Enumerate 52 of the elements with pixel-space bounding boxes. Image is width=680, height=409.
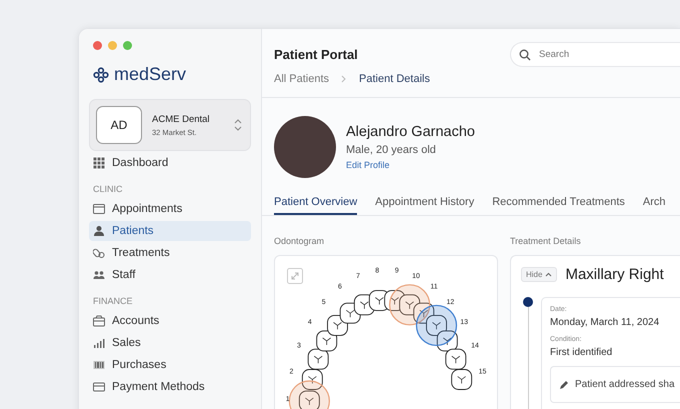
chevron-right-icon (341, 75, 348, 83)
nav-item[interactable]: Sales (89, 333, 251, 353)
hide-button[interactable]: Hide (521, 267, 558, 282)
pills-icon (93, 247, 105, 259)
nav-item[interactable]: Appointments (89, 199, 251, 219)
wallet-icon (93, 315, 105, 327)
section-heading: CLINIC (93, 184, 124, 194)
section-label: Odontogram (274, 236, 326, 246)
page-title: Patient Portal (274, 47, 358, 62)
chevron-up-down-icon (234, 118, 242, 132)
tab[interactable]: Recommended Treatments (492, 196, 625, 215)
expand-icon[interactable] (287, 268, 303, 284)
tab[interactable]: Arch (642, 196, 666, 215)
window-control[interactable] (93, 41, 102, 50)
field-value: Monday, March 11, 2024 (550, 317, 660, 328)
treatment-title: Maxillary Right (565, 266, 664, 283)
nav-item[interactable]: Staff (89, 265, 251, 285)
note-text: Patient addressed sha (575, 379, 675, 390)
barcode-icon (93, 359, 105, 371)
people-icon (93, 269, 105, 281)
flower-logo-icon (93, 66, 109, 82)
nav-item[interactable]: Dashboard (89, 153, 251, 173)
window-control[interactable] (123, 41, 132, 50)
chevron-up-icon (545, 272, 552, 277)
edit-profile-link[interactable]: Edit Profile (346, 160, 475, 170)
bars-icon (93, 337, 105, 349)
brand-name: medServ (114, 64, 186, 85)
nav-item[interactable]: Payment Methods (89, 377, 251, 397)
patient-details: Male, 20 years old (346, 144, 437, 156)
breadcrumb-link[interactable]: Patient Details (359, 73, 430, 85)
nav-item[interactable]: Patients (89, 221, 251, 241)
tab[interactable]: Appointment History (375, 196, 474, 215)
clinic-initials: AD (96, 106, 142, 144)
nav-item[interactable]: Treatments (89, 243, 251, 263)
search-icon (519, 48, 531, 60)
pencil-icon (559, 380, 569, 390)
clinic-name: ACME Dental (152, 114, 211, 124)
search-field[interactable]: Search (510, 42, 680, 67)
breadcrumb-link[interactable]: All Patients (274, 73, 330, 85)
nav-item[interactable]: Accounts (89, 311, 251, 331)
timeline-dot (523, 297, 533, 307)
grid-icon (93, 157, 105, 169)
calendar-icon (93, 203, 105, 215)
field-value: First identified (550, 347, 614, 358)
card-icon (93, 381, 105, 393)
section-label: Treatment Details (510, 236, 582, 246)
section-heading: FINANCE (93, 296, 134, 306)
tab[interactable]: Patient Overview (274, 196, 358, 215)
patient-name: Alejandro Garnacho (346, 124, 475, 140)
nav-item[interactable]: Purchases (89, 355, 251, 375)
person-icon (93, 225, 105, 237)
window-control[interactable] (108, 41, 117, 50)
